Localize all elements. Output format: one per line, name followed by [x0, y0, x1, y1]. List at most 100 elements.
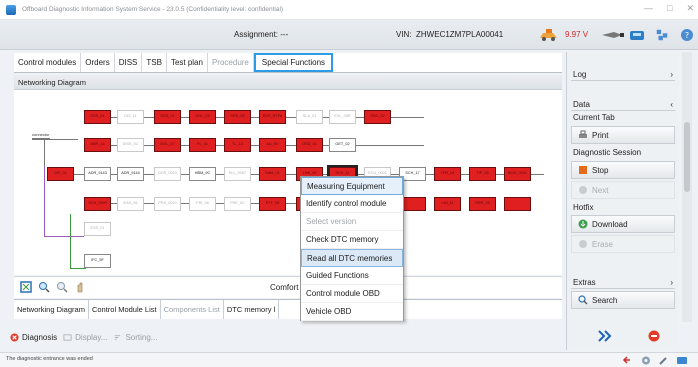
ecu-node[interactable]: GET_02 [329, 138, 356, 152]
tab-dtc-memory[interactable]: DTC memory l [224, 300, 280, 319]
help-icon[interactable]: ? [680, 28, 694, 42]
log-header[interactable]: Log › [571, 68, 675, 81]
menu-item-read-all-dtc-memories[interactable]: Read all DTC memories [301, 249, 403, 267]
search-button[interactable]: Search [571, 291, 675, 309]
tab-control-modules[interactable]: Control modules [14, 53, 82, 72]
right-panel-scrollbar[interactable] [682, 52, 692, 322]
ecu-node[interactable]: ESS_01 [84, 222, 111, 236]
menu-item-select-version[interactable]: Select version [301, 213, 403, 231]
menu-item-guided-functions[interactable]: Guided Functions [301, 267, 403, 285]
minimize-icon[interactable]: — [644, 3, 653, 14]
vci-connection-icon[interactable] [600, 28, 626, 42]
bus-line [70, 268, 86, 269]
pan-hand-icon[interactable] [74, 281, 86, 293]
settings-icon[interactable] [640, 355, 652, 366]
interface-icon[interactable] [628, 28, 646, 42]
tab-networking-diagram[interactable]: Networking Diagram [14, 300, 89, 319]
ecu-node[interactable]: DDS_0010 [154, 167, 181, 181]
ecu-node[interactable] [504, 197, 531, 211]
network-icon[interactable] [654, 28, 670, 42]
connector-label: connector [32, 132, 50, 137]
ecu-node[interactable]: ADR_9144 [117, 167, 144, 181]
ecu-node[interactable]: ADR_9143 [84, 167, 111, 181]
svg-text:?: ? [685, 31, 689, 40]
close-icon[interactable]: ✕ [686, 3, 694, 14]
sorting-button[interactable]: Sorting... [113, 333, 157, 342]
ecu-node[interactable]: EDS_RTFA [259, 110, 286, 124]
data-section: Data ‹ Current Tab Print Diagnostic Sessi… [571, 98, 675, 255]
ecu-node[interactable]: DOL_07 [154, 138, 181, 152]
ecu-node[interactable]: TPR_04 [434, 167, 461, 181]
ecu-node[interactable]: PRI_06 [189, 197, 216, 211]
ecu-node[interactable]: DISS_3C [117, 138, 144, 152]
menu-item-identify-control-module[interactable]: Identify control module [301, 195, 403, 213]
tab-orders[interactable]: Orders [81, 53, 115, 72]
ecu-node[interactable]: SCH_9999 [84, 197, 111, 211]
chevron-right-icon: › [670, 277, 673, 287]
ecu-node[interactable]: DSS_01 [84, 110, 111, 124]
stop-icon [579, 166, 587, 174]
tab-procedure[interactable]: Procedure [207, 53, 254, 72]
ecu-node[interactable]: EVL_06R [329, 110, 356, 124]
ecu-node[interactable]: FRE_0C [224, 197, 251, 211]
extras-header[interactable]: Extras › [571, 276, 675, 289]
cancel-icon[interactable] [648, 330, 660, 342]
tab-control-module-list[interactable]: Control Module List [89, 300, 161, 319]
scrollbar-thumb[interactable] [684, 122, 690, 192]
tab-test-plan[interactable]: Test plan [166, 53, 208, 72]
ecu-node[interactable]: SAM_01 [259, 167, 286, 181]
ecu-node[interactable]: HBM_9C [189, 167, 216, 181]
ecu-node[interactable]: ELL_0057 [224, 167, 251, 181]
diagnosis-button[interactable]: Diagnosis [10, 333, 57, 342]
zoom-in-icon[interactable] [38, 281, 50, 293]
ecu-node[interactable]: LIM_11 [434, 197, 461, 211]
ecu-node[interactable]: BCM_0001 [504, 167, 531, 181]
print-button[interactable]: Print [571, 126, 675, 144]
ecu-node[interactable]: DIS_01 [47, 167, 74, 181]
menu-item-check-dtc-memory[interactable]: Check DTC memory [301, 231, 403, 249]
menu-item-control-module-obd[interactable]: Control module OBD [301, 285, 403, 303]
forward-arrows-icon[interactable] [598, 330, 612, 342]
erase-button[interactable]: Erase [571, 235, 675, 253]
extras-title: Extras [573, 277, 596, 287]
ecu-node[interactable]: SRS_05 [224, 110, 251, 124]
ecu-node[interactable]: DIS_11 [117, 110, 144, 124]
network-diagram-canvas[interactable]: connector DSS_01 DIS_11 ODS_01 ODL_03 SRS_05… [14, 90, 562, 275]
tab-tsb[interactable]: TSB [142, 53, 167, 72]
download-button[interactable]: Download [571, 215, 675, 233]
fit-to-view-icon[interactable] [20, 281, 32, 293]
ecu-node[interactable]: TL_10 [224, 138, 251, 152]
ecu-node[interactable]: TIP_05 [469, 167, 496, 181]
current-tab-label: Current Tab [573, 113, 615, 122]
bottom-tabs: Networking Diagram Control Module List C… [14, 299, 562, 319]
ecu-node[interactable]: SLA_01 [296, 110, 323, 124]
tab-components-list[interactable]: Components List [161, 300, 224, 319]
display-button[interactable]: Display... [63, 333, 107, 342]
info-icon[interactable] [676, 355, 688, 366]
tab-special-functions[interactable]: Special Functions [253, 53, 334, 72]
ecu-node[interactable]: ODL_03 [189, 110, 216, 124]
ecu-node[interactable]: PRS_0010 [154, 197, 181, 211]
ecu-node[interactable]: EAS_05 [117, 197, 144, 211]
ecu-node[interactable]: SKD_02 [364, 110, 391, 124]
stop-label: Stop [592, 165, 609, 175]
tools-icon[interactable] [658, 355, 670, 366]
data-header[interactable]: Data ‹ [571, 98, 675, 111]
ecu-node[interactable]: OSD_01 [296, 138, 323, 152]
stop-button[interactable]: Stop [571, 161, 675, 179]
ecu-node[interactable]: ABR_14 [84, 138, 111, 152]
menu-item-measuring-equipment[interactable]: Measuring Equipment [301, 177, 403, 195]
ecu-node[interactable]: PER_16 [469, 197, 496, 211]
action-bar: Diagnosis Display... Sorting... [10, 328, 562, 346]
ecu-node[interactable]: IFC_5F [84, 254, 111, 268]
ecu-node[interactable]: ODS_01 [154, 110, 181, 124]
zoom-out-icon[interactable] [56, 281, 68, 293]
ecu-node[interactable]: AU_SV [259, 138, 286, 152]
next-button[interactable]: Next [571, 181, 675, 199]
tab-diss[interactable]: DISS [114, 53, 143, 72]
maximize-icon[interactable]: □ [667, 3, 672, 14]
ecu-node[interactable]: PL_01 [189, 138, 216, 152]
ecu-node[interactable]: PTF_08 [259, 197, 286, 211]
menu-item-vehicle-obd[interactable]: Vehicle OBD [301, 303, 403, 321]
exit-icon[interactable] [622, 355, 634, 366]
